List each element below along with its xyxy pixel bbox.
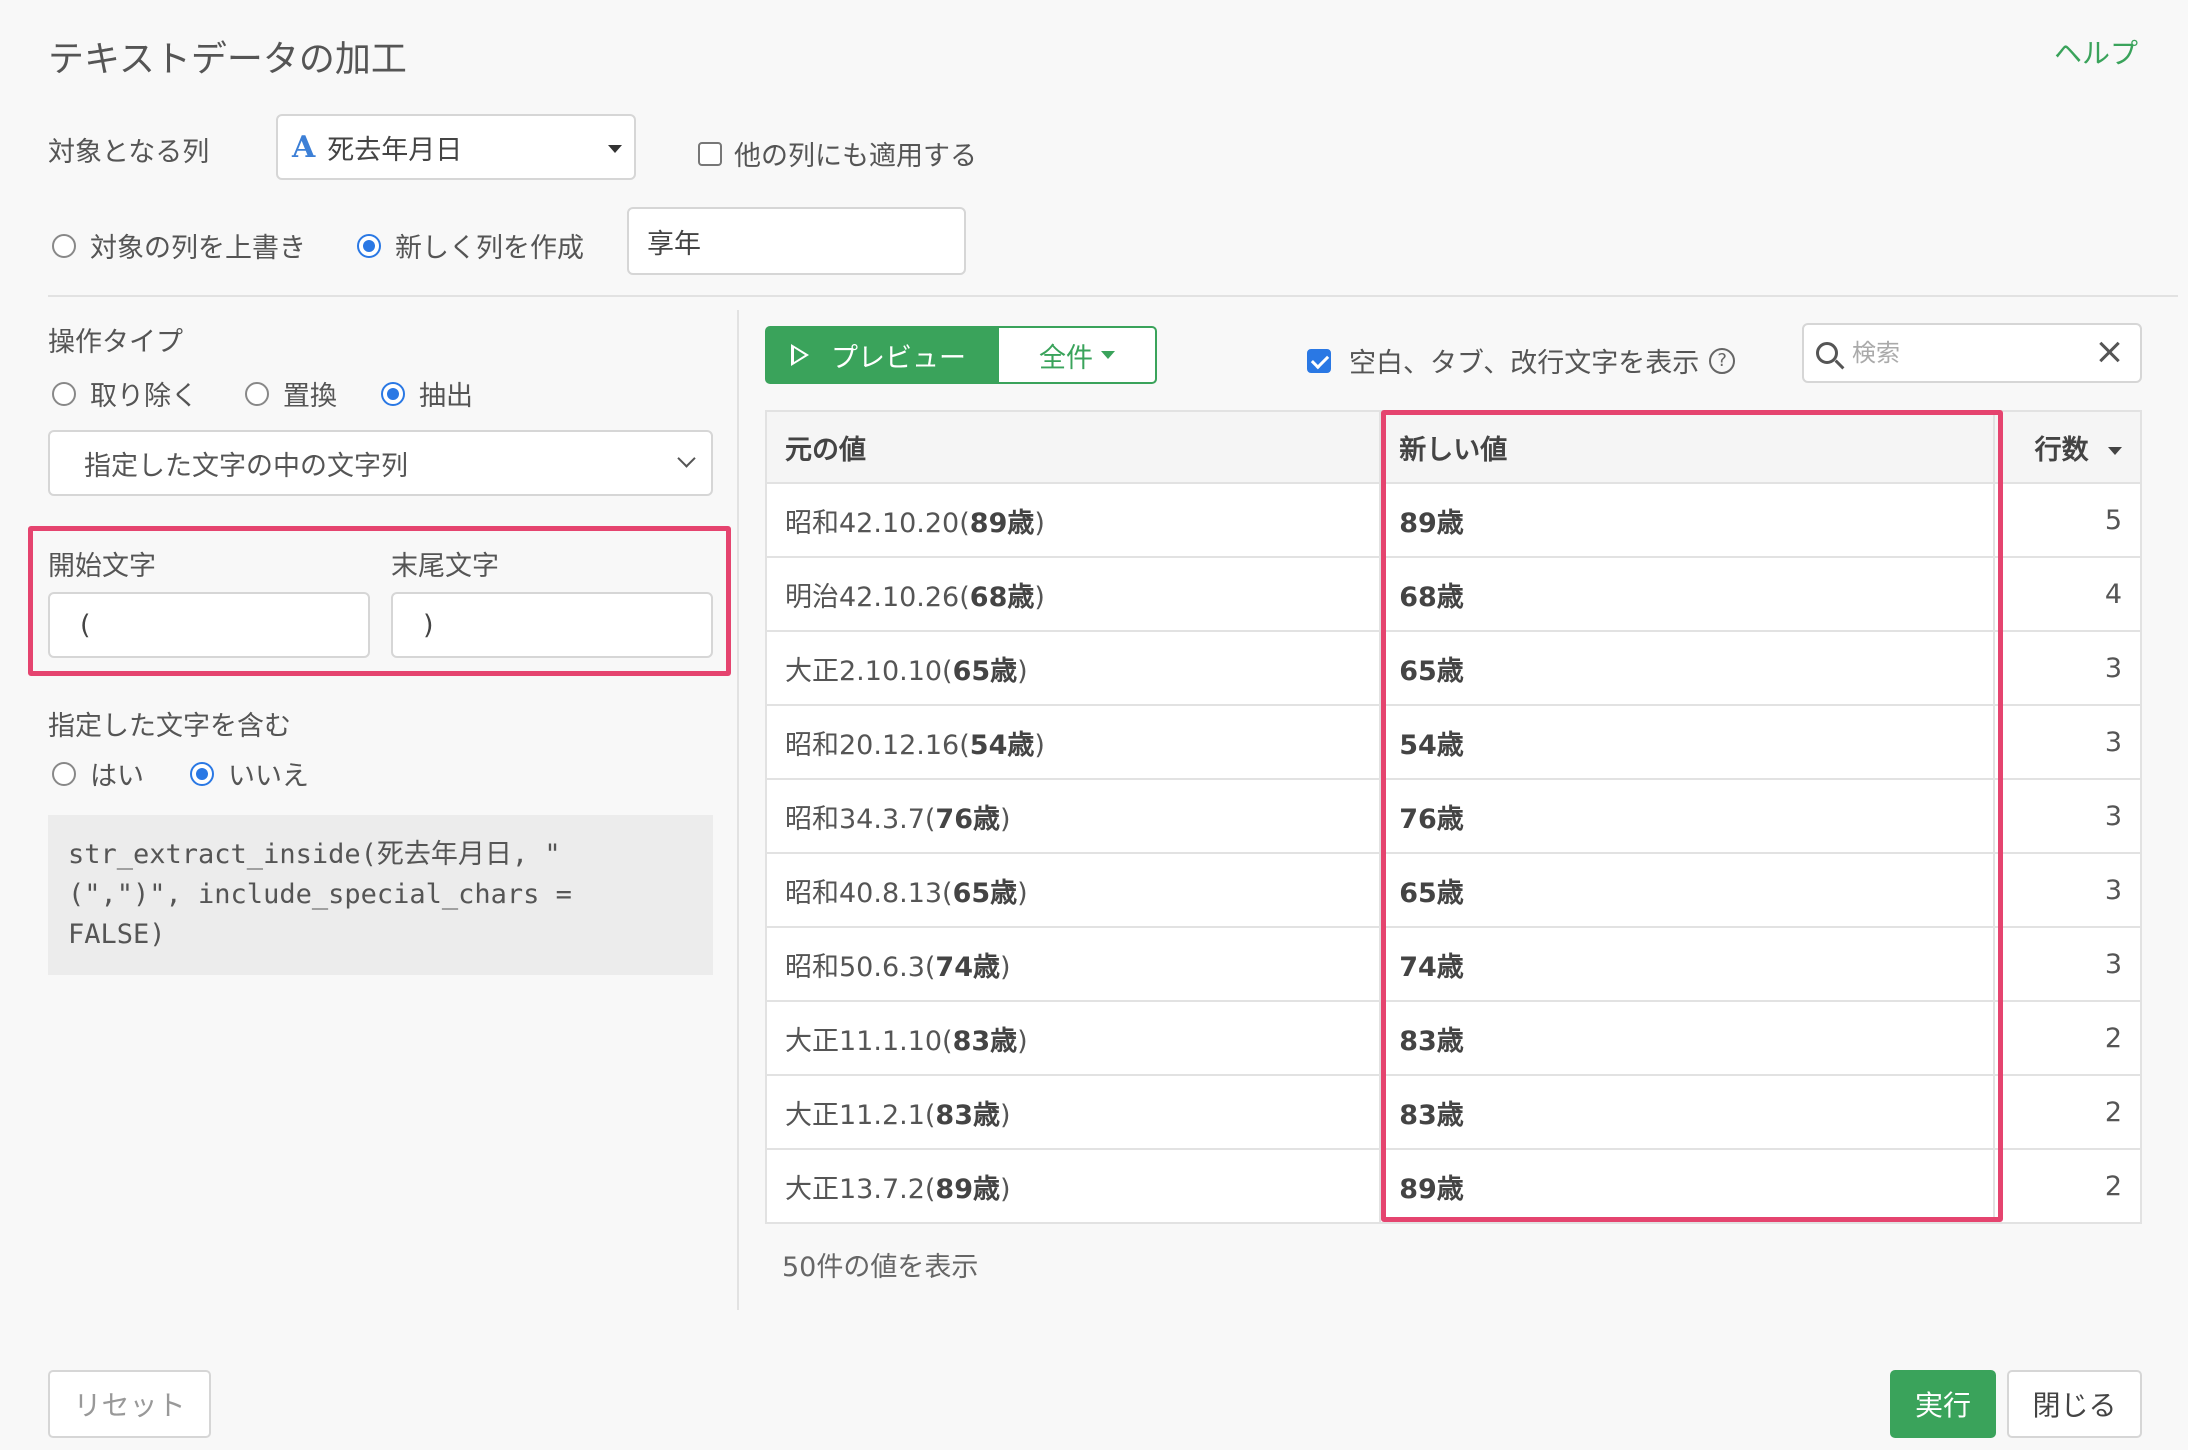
original-value-cell: 昭和42.10.20(89歳): [764, 482, 1382, 558]
new-column-label: 新しく列を作成: [395, 233, 584, 264]
original-value-cell: 大正13.7.2(89歳): [764, 1148, 1382, 1224]
start-char-label: 開始文字: [48, 551, 156, 582]
apply-other-columns-label: 他の列にも適用する: [734, 141, 977, 172]
original-value-cell: 大正11.1.10(83歳): [764, 1000, 1382, 1076]
operation-extract-label: 抽出: [419, 381, 473, 412]
count-cell: 2: [1993, 1000, 2142, 1076]
column-header-count[interactable]: 行数: [1993, 410, 2142, 484]
generated-code: str_extract_inside(死去年月日, " (",")", incl…: [48, 815, 713, 975]
count-cell: 5: [1993, 482, 2142, 558]
include-chars-label: 指定した文字を含む: [48, 711, 291, 742]
include-no-label: いいえ: [228, 761, 309, 792]
divider: [48, 295, 2178, 297]
run-button[interactable]: 実行: [1890, 1370, 1996, 1438]
original-value-cell: 昭和50.6.3(74歳): [764, 926, 1382, 1002]
close-button[interactable]: 閉じる: [2007, 1370, 2142, 1438]
overwrite-radio[interactable]: 対象の列を上書き: [52, 226, 306, 265]
radio-selected-icon: [357, 233, 381, 258]
close-icon[interactable]: [2096, 339, 2122, 365]
caret-down-icon: [1101, 351, 1115, 359]
caret-down-icon: [608, 145, 622, 153]
include-yes-radio[interactable]: はい: [52, 754, 144, 793]
show-whitespace-checkbox[interactable]: 空白、タブ、改行文字を表示 ?: [1307, 341, 1736, 380]
all-rows-dropdown[interactable]: 全件: [997, 326, 1157, 384]
original-value-cell: 明治42.10.26(68歳): [764, 556, 1382, 632]
count-cell: 3: [1993, 704, 2142, 780]
count-cell: 4: [1993, 556, 2142, 632]
panel-divider: [737, 310, 739, 1310]
highlight-new-value-column: [1381, 410, 2003, 1222]
search-icon: [1816, 342, 1838, 364]
count-cell: 3: [1993, 852, 2142, 928]
search-box[interactable]: [1802, 323, 2142, 383]
count-cell: 3: [1993, 778, 2142, 854]
count-cell: 3: [1993, 926, 2142, 1002]
count-cell: 2: [1993, 1074, 2142, 1150]
include-yes-label: はい: [90, 761, 144, 792]
preview-button[interactable]: プレビュー: [765, 326, 997, 384]
checkbox-icon: [698, 141, 722, 166]
all-rows-label: 全件: [1039, 342, 1093, 374]
count-cell: 2: [1993, 1148, 2142, 1224]
help-link[interactable]: ヘルプ: [2054, 32, 2138, 72]
extract-mode-value: 指定した文字の中の文字列: [84, 450, 408, 482]
radio-selected-icon: [190, 761, 214, 786]
dialog-title: テキストデータの加工: [48, 39, 407, 80]
end-char-input[interactable]: ): [391, 592, 713, 658]
target-column-select[interactable]: A 死去年月日: [276, 114, 636, 180]
radio-icon: [52, 761, 76, 786]
search-input[interactable]: [1852, 339, 2072, 367]
column-header-original: 元の値: [764, 410, 1382, 484]
original-value-cell: 大正2.10.10(65歳): [764, 630, 1382, 706]
end-char-label: 末尾文字: [391, 551, 499, 582]
radio-icon: [245, 381, 269, 406]
overwrite-label: 対象の列を上書き: [90, 233, 306, 264]
original-value-cell: 昭和40.8.13(65歳): [764, 852, 1382, 928]
radio-icon: [52, 233, 76, 258]
column-header-count-label: 行数: [2034, 434, 2089, 466]
caret-down-icon: [2108, 447, 2122, 455]
operation-extract-radio[interactable]: 抽出: [381, 374, 473, 413]
show-whitespace-label: 空白、タブ、改行文字を表示: [1349, 348, 1700, 379]
operation-remove-label: 取り除く: [90, 381, 198, 412]
checkbox-checked-icon: [1307, 348, 1331, 373]
radio-icon: [52, 381, 76, 406]
apply-other-columns-checkbox[interactable]: 他の列にも適用する: [698, 134, 977, 173]
chevron-down-icon: [677, 449, 696, 468]
question-icon[interactable]: ?: [1709, 347, 1736, 374]
text-type-icon: A: [292, 129, 316, 165]
include-no-radio[interactable]: いいえ: [190, 754, 309, 793]
values-shown-note: 50件の値を表示: [782, 1252, 979, 1283]
target-column-label: 対象となる列: [48, 137, 210, 168]
count-cell: 3: [1993, 630, 2142, 706]
operation-replace-radio[interactable]: 置換: [245, 374, 337, 413]
reset-button[interactable]: リセット: [48, 1370, 211, 1438]
extract-mode-select[interactable]: 指定した文字の中の文字列: [48, 430, 713, 496]
new-column-radio[interactable]: 新しく列を作成: [357, 226, 584, 265]
radio-selected-icon: [381, 381, 405, 406]
new-column-name-input[interactable]: 享年: [627, 207, 966, 275]
operation-remove-radio[interactable]: 取り除く: [52, 374, 198, 413]
original-value-cell: 大正11.2.1(83歳): [764, 1074, 1382, 1150]
original-value-cell: 昭和20.12.16(54歳): [764, 704, 1382, 780]
original-value-cell: 昭和34.3.7(76歳): [764, 778, 1382, 854]
operation-type-label: 操作タイプ: [48, 327, 183, 358]
target-column-value: 死去年月日: [327, 134, 463, 166]
preview-button-label: プレビュー: [831, 342, 966, 374]
start-char-input[interactable]: (: [48, 592, 370, 658]
play-icon: [791, 344, 809, 366]
operation-replace-label: 置換: [283, 381, 337, 412]
